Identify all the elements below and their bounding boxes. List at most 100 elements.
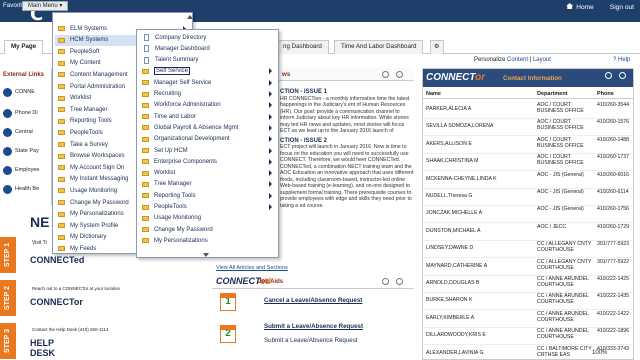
menu-item[interactable]: Self Service xyxy=(139,66,276,77)
folder-icon xyxy=(142,170,149,176)
contact-department: AOC / JECC xyxy=(537,223,567,230)
contact-department: AOC / COURT BUSINESS OFFICE xyxy=(537,136,584,149)
menu-item[interactable]: Reporting Tools xyxy=(139,190,276,201)
external-link[interactable]: Health Be xyxy=(3,182,39,196)
folder-icon xyxy=(58,176,65,182)
personalize-layout-link[interactable]: Layout xyxy=(533,57,551,63)
job-aid-link[interactable]: Submit a Leave/Absence Request xyxy=(264,337,358,344)
help-desk-logo: HELP DESK xyxy=(30,338,56,358)
view-all-articles-link[interactable]: View All Articles and Sections xyxy=(216,265,288,271)
external-link[interactable]: State Pay xyxy=(3,144,39,158)
help-label: Help xyxy=(618,57,631,63)
menu-item-label: Take a Survey xyxy=(70,141,109,148)
contact-phone: 410/260-6016 xyxy=(597,171,630,178)
menu-item-label: My Instant Messaging xyxy=(70,176,129,183)
job-aid-link[interactable]: Cancel a Leave/Absence Request xyxy=(264,297,362,304)
home-icon xyxy=(566,3,574,9)
table-row: EARLY,KIMBERLE A CC / ANNE ARUNDEL COURTH… xyxy=(423,309,633,328)
external-link-label: Health Be xyxy=(15,186,40,192)
folder-icon xyxy=(142,102,149,108)
folder-icon xyxy=(58,200,65,205)
menu-item[interactable]: Enterprise Components xyxy=(139,156,276,167)
menu-item[interactable]: PeopleTools xyxy=(139,202,276,213)
settings-icon[interactable] xyxy=(396,278,403,285)
menu-item[interactable]: Manager Self Service xyxy=(139,77,276,88)
menu-item[interactable]: Organizational Development xyxy=(139,134,276,145)
contact-name: SEVILLA SOMOZA,LORENA xyxy=(426,123,494,130)
external-link[interactable]: CONNE xyxy=(3,85,35,99)
refresh-icon[interactable] xyxy=(382,71,389,78)
folder-icon xyxy=(58,49,65,55)
menu-item-label: PeopleSoft xyxy=(70,48,100,55)
scroll-down-icon[interactable] xyxy=(203,253,209,257)
settings-icon[interactable] xyxy=(396,71,403,78)
folder-icon xyxy=(58,211,65,217)
contact-name: LINDSEY,DAWNE D xyxy=(426,245,474,252)
menu-item[interactable]: Workforce Administration xyxy=(139,100,276,111)
top-right-nav: Home Sign out xyxy=(566,3,634,11)
table-row: SEVILLA SOMOZA,LORENA AOC / COURT BUSINES… xyxy=(423,117,633,137)
news-body: CTION - ISSUE 1 HR CONNECTion - a monthl… xyxy=(280,86,414,209)
personalize-content-link[interactable]: Content xyxy=(507,57,528,63)
menu-item[interactable]: Set Up HCM xyxy=(139,145,276,156)
external-links-title: External Links xyxy=(3,72,45,78)
step-2-badge: STEP 2 xyxy=(0,280,16,316)
menu-item[interactable]: Worklist xyxy=(139,168,276,179)
menu-item-label: My Dictionary xyxy=(70,234,107,241)
menu-item[interactable]: Recruiting xyxy=(139,89,276,100)
menu-item[interactable]: Change My Password xyxy=(139,224,276,235)
folder-icon xyxy=(58,118,65,124)
col-department[interactable]: Department xyxy=(537,91,568,97)
refresh-icon[interactable] xyxy=(382,278,389,285)
tab-dashboard[interactable]: ng Dashboard xyxy=(276,40,329,54)
tab-my-page[interactable]: My Page xyxy=(4,40,44,54)
link-icon xyxy=(3,184,12,194)
settings-icon[interactable] xyxy=(619,72,626,79)
menu-item-label: Set Up HCM xyxy=(154,147,188,154)
external-link-label: State Pay xyxy=(15,148,39,154)
gear-icon[interactable]: ⚙ xyxy=(430,40,444,54)
sign-out-link[interactable]: Sign out xyxy=(610,4,634,11)
menu-item[interactable]: Tree Manager xyxy=(139,179,276,190)
menu-item-label: My Personalizations xyxy=(70,211,124,218)
menu-item-label: Self Service xyxy=(154,67,191,76)
link-icon xyxy=(3,146,12,156)
zoom-level[interactable]: 100% xyxy=(592,350,607,356)
job-aid-link[interactable]: Submit a Leave/Absence Request xyxy=(264,323,363,330)
external-link[interactable]: Central xyxy=(3,125,33,139)
chevron-right-icon xyxy=(269,102,272,109)
external-link[interactable]: Phone Di xyxy=(3,106,38,120)
menu-item-label: Content Management xyxy=(70,71,128,78)
contact-phone: 410/222-1425 xyxy=(597,276,630,282)
main-menu-button[interactable]: Main Menu ▾ xyxy=(22,1,69,11)
home-link[interactable]: Home xyxy=(566,3,594,11)
folder-icon xyxy=(58,223,65,229)
menu-item[interactable]: Talent Summary xyxy=(139,55,276,66)
table-row: BURKE,SHARON K CC / ANNE ARUNDEL COURTHOU… xyxy=(423,291,633,311)
menu-item[interactable]: Company Directory xyxy=(139,32,276,43)
col-phone[interactable]: Phone xyxy=(597,91,614,97)
menu-item[interactable]: Usage Monitoring xyxy=(139,213,276,224)
connector-logo: CONNECTor xyxy=(30,297,83,307)
scroll-up-icon[interactable] xyxy=(187,15,193,19)
help-link[interactable]: ? Help xyxy=(613,57,630,63)
contact-department: AOC - JIS (General) xyxy=(537,189,584,195)
menu-item[interactable]: Time and Labor xyxy=(139,111,276,122)
external-link[interactable]: Employee xyxy=(3,163,39,177)
menu-item[interactable]: Manager Dashboard xyxy=(139,43,276,54)
help-desk-contact: Contact the Help Desk (410) 260-1114 xyxy=(32,327,109,332)
home-label: Home xyxy=(576,4,594,11)
refresh-icon[interactable] xyxy=(605,72,612,79)
table-row: ARNOLD,DOUGLAS B CC / ANNE ARUNDEL COURTH… xyxy=(423,274,633,293)
menu-item-label: HCM Systems xyxy=(70,37,109,44)
folder-icon xyxy=(142,227,149,233)
contact-title: Contact Information xyxy=(503,75,562,82)
col-name[interactable]: Name xyxy=(426,91,441,97)
separator: | xyxy=(529,57,532,63)
folder-icon xyxy=(142,148,149,153)
menu-item[interactable]: Global Payroll & Absence Mgmt xyxy=(139,122,276,133)
tab-time-and-labor-dashboard[interactable]: Time And Labor Dashboard xyxy=(334,40,424,54)
menu-item-label: Worklist xyxy=(154,170,176,177)
menu-item[interactable]: My Personalizations xyxy=(139,235,276,246)
menu-item-label: Worklist xyxy=(70,95,92,102)
